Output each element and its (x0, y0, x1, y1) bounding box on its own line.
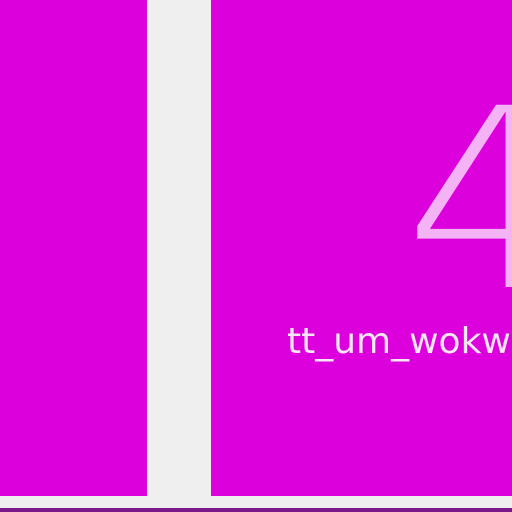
project-tile-left[interactable] (0, 0, 147, 496)
tile-grid: 4 tt_um_wokwi (0, 0, 512, 512)
bottom-tile-edge (0, 508, 512, 512)
tile-label: tt_um_wokwi (287, 321, 512, 362)
tile-number: 4 (405, 55, 512, 346)
project-tile-4[interactable]: 4 tt_um_wokwi (211, 0, 512, 496)
